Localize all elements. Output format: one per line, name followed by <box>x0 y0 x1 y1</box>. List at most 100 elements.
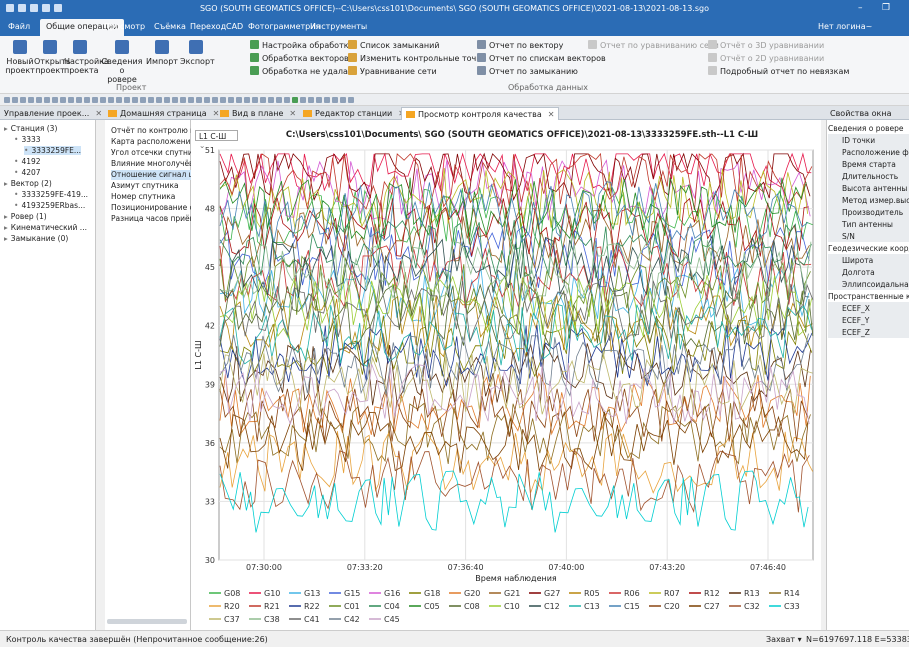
tree-node[interactable]: • 3333 <box>14 135 41 144</box>
menu-tab[interactable]: Переход <box>190 22 226 31</box>
toolbar-icon[interactable] <box>60 97 66 103</box>
property-row[interactable]: Эллипсоидальная в <box>828 278 909 290</box>
toolbar-icon[interactable] <box>196 97 202 103</box>
property-row[interactable]: Длительность <box>828 170 909 182</box>
qc-list-item[interactable]: Угол отсечки спутник <box>111 148 191 158</box>
toolbar-icon[interactable] <box>140 97 146 103</box>
close-icon[interactable]: ✕ <box>289 109 296 118</box>
toolbar-icon[interactable] <box>188 97 194 103</box>
toolbar-icon[interactable] <box>36 97 42 103</box>
toolbar-icon[interactable] <box>212 97 218 103</box>
ribbon-small-button[interactable]: Отчет по вектору <box>477 40 563 50</box>
toolbar-icon[interactable] <box>68 97 74 103</box>
property-row[interactable]: Долгота <box>828 266 909 278</box>
ribbon-small-button[interactable]: Список замыканий <box>348 40 440 50</box>
toolbar-icon[interactable] <box>268 97 274 103</box>
toolbar-icon[interactable] <box>292 97 298 103</box>
property-row[interactable]: ECEF_Z <box>828 326 909 338</box>
tree-node[interactable]: ▸ Ровер (1) <box>4 212 47 221</box>
toolbar-icon[interactable] <box>28 97 34 103</box>
property-row[interactable]: Метод измер.высот <box>828 194 909 206</box>
toolbar-icon[interactable] <box>44 97 50 103</box>
tab-quality-control[interactable]: Просмотр контроля качества ✕ <box>401 107 560 120</box>
toolbar-icon[interactable] <box>340 97 346 103</box>
toolbar-icon[interactable] <box>220 97 226 103</box>
qc-list-item[interactable]: Отчёт по контролю к <box>111 126 191 136</box>
property-row[interactable]: Высота антенны <box>828 182 909 194</box>
tree-node[interactable]: • 4192 <box>14 157 41 166</box>
ribbon-small-button[interactable]: Уравнивание сети <box>348 66 437 76</box>
ribbon-small-button[interactable]: Изменить контрольные точки <box>348 53 486 63</box>
ribbon-small-button[interactable]: Подробный отчет по невязкам <box>708 66 849 76</box>
tree-node[interactable]: • 4193259ERbas... <box>14 201 85 210</box>
toolbar-icon[interactable] <box>132 97 138 103</box>
close-icon[interactable]: ✕ <box>95 109 102 118</box>
menu-tab[interactable]: Файл <box>8 22 30 31</box>
restore-icon[interactable]: ❐ <box>882 3 890 13</box>
login-status[interactable]: Нет логина~ <box>818 22 872 31</box>
qc-list-item[interactable]: Карта расположения <box>111 137 191 147</box>
menu-tab[interactable]: Съёмка <box>154 22 186 31</box>
property-row[interactable]: Тип антенны <box>828 218 909 230</box>
ribbon-button[interactable]: Сведения о ровере <box>100 40 144 84</box>
ribbon-small-button[interactable]: Отчет по уравниванию сети <box>588 40 719 50</box>
ribbon-button[interactable]: Импорт <box>146 40 178 66</box>
horizontal-scrollbar[interactable] <box>107 619 187 624</box>
tab-project-management[interactable]: Управление проек... ✕ <box>0 107 106 120</box>
toolbar-icon[interactable] <box>260 97 266 103</box>
ribbon-small-button[interactable]: Отчет по спискам векторов <box>477 53 606 63</box>
toolbar-icon[interactable] <box>172 97 178 103</box>
toolbar-icon[interactable] <box>332 97 338 103</box>
ribbon-small-button[interactable]: Отчет по замыканию <box>477 66 578 76</box>
toolbar-icon[interactable] <box>284 97 290 103</box>
toolbar-icon[interactable] <box>108 97 114 103</box>
toolbar-icon[interactable] <box>100 97 106 103</box>
ribbon-small-button[interactable]: Настройка обработки <box>250 40 354 50</box>
tab-plan-view[interactable]: Вид в плане ✕ <box>216 107 300 120</box>
toolbar-icon[interactable] <box>180 97 186 103</box>
tree-node[interactable]: • 3333259FE-419... <box>14 190 88 199</box>
tree-node[interactable]: ▸ Кинематический ... <box>4 223 87 232</box>
toolbar-icon[interactable] <box>124 97 130 103</box>
close-icon[interactable]: ✕ <box>548 110 555 119</box>
signal-selector[interactable]: L1 С-Ш ⌄ <box>195 130 238 150</box>
ribbon-button[interactable]: Открыть проект <box>34 40 71 75</box>
property-row[interactable]: ECEF_X <box>828 302 909 314</box>
toolbar-icon[interactable] <box>12 97 18 103</box>
tree-node[interactable]: • 3333259FE... <box>24 146 82 155</box>
toolbar-icon[interactable] <box>116 97 122 103</box>
toolbar-icon[interactable] <box>20 97 26 103</box>
toolbar-icon[interactable] <box>236 97 242 103</box>
property-row[interactable]: S/N <box>828 230 909 242</box>
qc-list-item[interactable]: Позиционирование о <box>111 203 191 213</box>
property-row[interactable]: Время старта <box>828 158 909 170</box>
toolbar-icon[interactable] <box>4 97 10 103</box>
toolbar-icon[interactable] <box>316 97 322 103</box>
tab-properties[interactable]: Свойства окна <box>826 107 895 120</box>
tree-node[interactable]: ▸ Вектор (2) <box>4 179 52 188</box>
toolbar-icon[interactable] <box>348 97 354 103</box>
menu-tab[interactable]: Просмотр <box>104 22 145 31</box>
toolbar-icon[interactable] <box>252 97 258 103</box>
toolbar-icon[interactable] <box>244 97 250 103</box>
toolbar-icon[interactable] <box>228 97 234 103</box>
property-row[interactable]: ECEF_Y <box>828 314 909 326</box>
toolbar-icon[interactable] <box>84 97 90 103</box>
menu-tab[interactable]: CAD <box>226 22 243 31</box>
ribbon-small-button[interactable]: Обработка не удалась <box>250 66 357 76</box>
toolbar-icon[interactable] <box>52 97 58 103</box>
tab-home[interactable]: Домашняя страница ✕ <box>104 107 223 120</box>
toolbar-icon[interactable] <box>204 97 210 103</box>
property-row[interactable]: Производитель <box>828 206 909 218</box>
ribbon-small-button[interactable]: Обработка векторов <box>250 53 349 63</box>
ribbon-button[interactable]: Новый проект <box>4 40 36 75</box>
property-row[interactable]: ID точки <box>828 134 909 146</box>
property-row[interactable]: Расположение файл <box>828 146 909 158</box>
toolbar-icon[interactable] <box>324 97 330 103</box>
toolbar-icon[interactable] <box>308 97 314 103</box>
tab-station-editor[interactable]: Редактор станции✕ <box>299 107 409 120</box>
toolbar-icon[interactable] <box>164 97 170 103</box>
qc-list-item[interactable]: Азимут спутника <box>111 181 191 191</box>
snap-dropdown[interactable]: Захват ▾ <box>766 635 802 644</box>
toolbar-icon[interactable] <box>276 97 282 103</box>
